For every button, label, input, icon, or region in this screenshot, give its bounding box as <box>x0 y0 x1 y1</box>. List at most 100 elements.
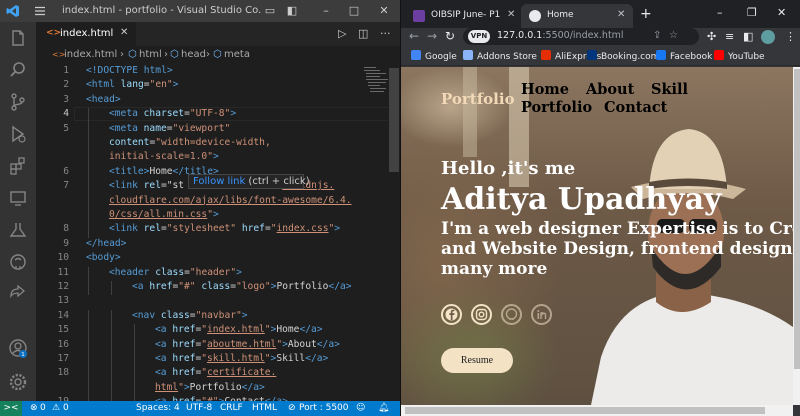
maximize-icon[interactable]: □ <box>346 3 362 19</box>
page-vertical-scrollbar[interactable] <box>793 67 800 405</box>
address-bar[interactable]: VPN 127.0.0.1:5500/index.html ⇪ ☆ <box>463 28 699 45</box>
encoding-status[interactable]: UTF-8 <box>186 403 212 413</box>
linkedin-icon[interactable] <box>531 304 552 325</box>
feedback-icon[interactable]: ☺ <box>356 403 365 413</box>
code-line[interactable]: <a href="#" class="logo">Portfolio</a> <box>132 281 352 292</box>
site-nav-skill[interactable]: Skill <box>651 81 688 98</box>
warning-count[interactable]: 0 <box>63 403 69 413</box>
split-editor-icon[interactable]: ◫ <box>358 27 368 40</box>
code-line[interactable]: <!DOCTYPE html> <box>86 65 173 76</box>
indentation-status[interactable]: Spaces: 4 <box>136 403 180 413</box>
code-line[interactable]: <head> <box>86 94 121 105</box>
close-tab-icon[interactable]: ✕ <box>617 9 625 20</box>
bookmark-item[interactable]: Facebook <box>656 50 712 62</box>
minimap[interactable] <box>362 64 388 104</box>
tab-oibsip[interactable]: OIBSIP June- P1 TASK ✕ <box>405 4 521 28</box>
menu-icon[interactable] <box>33 4 47 18</box>
url-text[interactable]: 127.0.0.1:5500/index.html <box>497 30 624 41</box>
scrollbar-thumb[interactable] <box>794 69 800 369</box>
site-nav-home[interactable]: Home <box>521 81 569 98</box>
forward-arrow-icon[interactable]: → <box>427 29 437 43</box>
code-editor[interactable]: 12345678910111213141516171819 <!DOCTYPE … <box>36 64 400 401</box>
editor-scrollbar[interactable] <box>388 64 400 401</box>
github-icon[interactable] <box>8 252 28 272</box>
code-line[interactable]: <html lang="en"> <box>86 79 178 90</box>
scrollbar-thumb[interactable] <box>405 407 765 414</box>
breadcrumb-item[interactable]: index.html <box>64 49 117 60</box>
breadcrumb-item[interactable]: meta <box>224 49 250 60</box>
scrollbar-thumb[interactable] <box>389 68 399 172</box>
explorer-files-icon[interactable] <box>8 28 28 48</box>
error-count[interactable]: 0 <box>40 403 46 413</box>
close-icon[interactable]: ✕ <box>120 27 128 38</box>
tab-home[interactable]: Home ✕ <box>521 4 633 28</box>
code-line[interactable]: <header class="header"> <box>109 267 242 278</box>
code-line[interactable]: <meta name="viewport" <box>109 123 230 134</box>
chrome-menu-icon[interactable]: ⋮ <box>785 30 796 43</box>
live-share-icon[interactable] <box>8 284 28 304</box>
remote-indicator-icon[interactable]: >< <box>0 401 22 416</box>
close-tab-icon[interactable]: ✕ <box>507 9 515 20</box>
vpn-badge[interactable]: VPN <box>468 30 490 43</box>
extensions-puzzle-icon[interactable]: ✣ <box>707 30 716 43</box>
reading-list-icon[interactable]: ≡ <box>725 30 734 43</box>
follow-link[interactable]: Follow link <box>193 176 245 187</box>
code-line[interactable]: 0/css/all.min.css"> <box>109 209 219 220</box>
account-icon[interactable]: 1 <box>8 338 28 358</box>
code-line[interactable]: initial-scale=1.0"> <box>109 151 219 162</box>
instagram-icon[interactable] <box>471 304 492 325</box>
layout-toggle-icon[interactable]: ▭ <box>262 3 278 19</box>
close-window-icon[interactable]: ✕ <box>376 3 392 19</box>
remote-explorer-icon[interactable] <box>8 188 28 208</box>
language-mode-status[interactable]: HTML <box>252 403 277 413</box>
reload-icon[interactable]: ↻ <box>445 29 455 43</box>
page-horizontal-scrollbar[interactable] <box>401 405 793 416</box>
more-actions-icon[interactable]: ··· <box>380 27 391 40</box>
breadcrumb-item[interactable]: head <box>181 49 206 60</box>
settings-gear-icon[interactable] <box>8 372 28 392</box>
layout-split-icon[interactable]: ◧ <box>284 3 300 19</box>
facebook-icon[interactable] <box>441 304 462 325</box>
minimize-icon[interactable]: – <box>318 3 334 19</box>
bookmark-item[interactable]: YouTube <box>714 50 765 62</box>
source-control-icon[interactable] <box>8 92 28 112</box>
share-icon[interactable]: ⇪ <box>653 30 661 41</box>
extensions-icon[interactable] <box>8 156 28 176</box>
run-debug-icon[interactable] <box>8 124 28 144</box>
code-line[interactable]: <nav class="navbar"> <box>132 310 248 321</box>
code-line[interactable]: <a href="certificate. <box>155 367 276 378</box>
code-line[interactable]: <a href="skill.html">Skill</a> <box>155 353 328 364</box>
code-line[interactable]: cloudflare.com/ajax/libs/font-awesome/6.… <box>109 195 352 206</box>
search-icon[interactable] <box>8 60 28 80</box>
breadcrumb-item[interactable]: html <box>139 49 162 60</box>
bookmark-item[interactable]: Addons Store <box>463 50 537 62</box>
site-nav-about[interactable]: About <box>586 81 634 98</box>
site-nav-portfolio[interactable]: Portfolio <box>521 99 592 116</box>
code-line[interactable]: </head> <box>86 238 126 249</box>
code-line[interactable]: content="width=device-width, <box>109 137 271 148</box>
code-line[interactable]: <a href="aboutme.html">About</a> <box>155 339 340 350</box>
code-line[interactable]: <a href="index.html">Home</a> <box>155 324 323 335</box>
close-window-icon[interactable]: ✕ <box>777 6 786 19</box>
bookmark-item[interactable]: Google <box>411 50 457 62</box>
new-tab-icon[interactable]: + <box>640 6 652 22</box>
maximize-icon[interactable]: ❐ <box>747 6 757 19</box>
side-panel-icon[interactable]: ◧ <box>743 30 753 43</box>
github-icon[interactable] <box>501 304 522 325</box>
minimize-icon[interactable]: – <box>717 6 723 19</box>
site-logo[interactable]: Portfolio <box>441 90 515 108</box>
code-line[interactable]: <body> <box>86 252 121 263</box>
notifications-bell-icon[interactable]: 🔔︎ <box>378 403 389 413</box>
profile-avatar[interactable] <box>761 30 775 44</box>
eol-status[interactable]: CRLF <box>220 403 243 413</box>
code-line[interactable]: <link rel="stylesheet" href="index.css"> <box>109 223 340 234</box>
tab-index-html[interactable]: <> index.html ✕ <box>36 22 136 46</box>
error-icon[interactable]: ⊗ <box>30 403 38 413</box>
live-server-port[interactable]: Port : 5500 <box>299 403 349 413</box>
back-arrow-icon[interactable]: ← <box>409 29 419 43</box>
warning-icon[interactable]: ⚠ <box>52 403 60 413</box>
testing-icon[interactable] <box>8 220 28 240</box>
bookmark-star-icon[interactable]: ☆ <box>669 30 678 41</box>
run-icon[interactable]: ▷ <box>338 27 346 40</box>
bookmark-item[interactable]: Booking.com <box>587 50 659 62</box>
